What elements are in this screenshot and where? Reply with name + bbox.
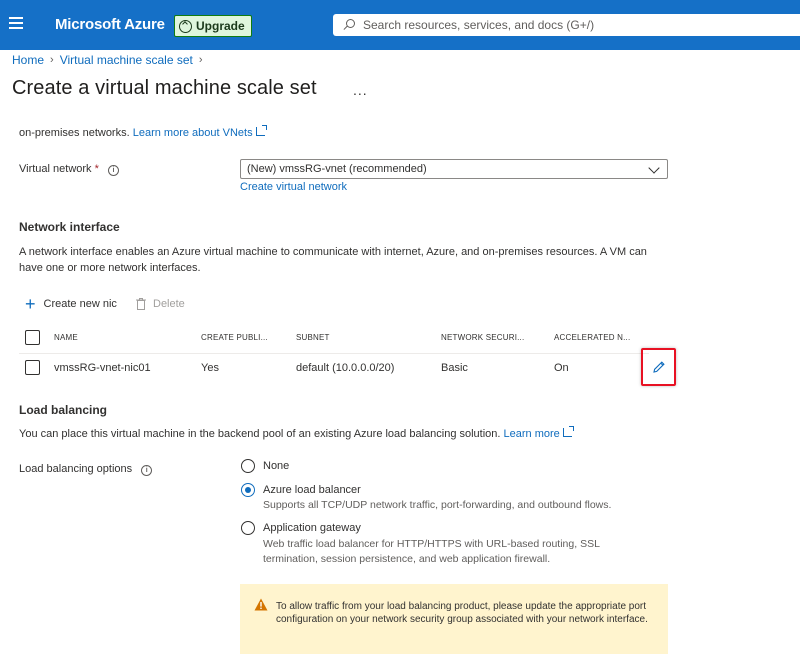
warning-icon bbox=[254, 598, 268, 611]
radio-none[interactable] bbox=[241, 459, 255, 473]
vnet-intro-text: on-premises networks. bbox=[19, 127, 130, 139]
chevron-right-icon: › bbox=[50, 54, 54, 66]
delete-button[interactable]: Delete bbox=[136, 298, 185, 310]
table-divider bbox=[19, 353, 649, 354]
pencil-icon bbox=[652, 360, 666, 374]
load-balancing-heading: Load balancing bbox=[19, 403, 107, 417]
info-icon[interactable]: i bbox=[108, 165, 119, 176]
option-app-gateway-label[interactable]: Application gateway bbox=[263, 522, 361, 534]
delete-label: Delete bbox=[153, 298, 185, 310]
create-new-nic-label: Create new nic bbox=[44, 298, 117, 310]
learn-more-link[interactable]: Learn more bbox=[504, 428, 572, 440]
column-header[interactable]: SUBNET bbox=[296, 333, 330, 342]
network-interface-heading: Network interface bbox=[19, 220, 120, 234]
breadcrumb-home[interactable]: Home bbox=[12, 53, 44, 67]
breadcrumb: Home › Virtual machine scale set › bbox=[12, 53, 203, 67]
upgrade-button[interactable]: Upgrade bbox=[174, 15, 252, 37]
external-link-icon bbox=[256, 127, 265, 136]
search-icon bbox=[343, 19, 355, 31]
edit-nic-button[interactable] bbox=[641, 348, 676, 386]
select-all-checkbox[interactable] bbox=[25, 330, 40, 345]
nic-nsg: Basic bbox=[441, 362, 468, 374]
column-header[interactable]: NAME bbox=[54, 333, 78, 342]
virtual-network-value: (New) vmssRG-vnet (recommended) bbox=[247, 163, 427, 175]
radio-application-gateway[interactable] bbox=[241, 521, 255, 535]
nic-public: Yes bbox=[201, 362, 219, 374]
top-bar: Microsoft Azure Upgrade Search resources… bbox=[0, 0, 800, 50]
column-header[interactable]: NETWORK SECURI... bbox=[441, 333, 524, 342]
menu-icon[interactable] bbox=[9, 17, 23, 31]
external-link-icon bbox=[563, 428, 572, 437]
warning-banner: To allow traffic from your load balancin… bbox=[240, 584, 668, 654]
virtual-network-label: Virtual network * i bbox=[19, 163, 119, 176]
option-azure-lb-label[interactable]: Azure load balancer bbox=[263, 484, 361, 496]
option-azure-lb-desc: Supports all TCP/UDP network traffic, po… bbox=[263, 498, 611, 513]
more-options-button[interactable]: ... bbox=[353, 82, 368, 98]
create-virtual-network-link[interactable]: Create virtual network bbox=[240, 181, 347, 193]
network-interface-description: A network interface enables an Azure vir… bbox=[19, 244, 659, 276]
create-new-nic-button[interactable]: + Create new nic bbox=[25, 298, 117, 310]
upgrade-icon bbox=[179, 20, 192, 33]
trash-icon bbox=[136, 298, 146, 310]
upgrade-label: Upgrade bbox=[196, 19, 245, 33]
search-placeholder: Search resources, services, and docs (G+… bbox=[363, 18, 594, 32]
load-balancing-description: You can place this virtual machine in th… bbox=[19, 428, 572, 440]
nic-accelerated: On bbox=[554, 362, 569, 374]
option-app-gateway-desc: Web traffic load balancer for HTTP/HTTPS… bbox=[263, 537, 643, 567]
plus-icon: + bbox=[25, 298, 36, 310]
virtual-network-select[interactable]: (New) vmssRG-vnet (recommended) bbox=[240, 159, 668, 179]
option-none-label[interactable]: None bbox=[263, 460, 289, 472]
learn-more-vnets-link[interactable]: Learn more about VNets bbox=[133, 127, 265, 139]
column-header[interactable]: CREATE PUBLI... bbox=[201, 333, 268, 342]
row-checkbox[interactable] bbox=[25, 360, 40, 375]
column-header[interactable]: ACCELERATED N... bbox=[554, 333, 630, 342]
nic-name: vmssRG-vnet-nic01 bbox=[54, 362, 151, 374]
brand-title[interactable]: Microsoft Azure bbox=[55, 16, 165, 33]
info-icon[interactable]: i bbox=[141, 465, 152, 476]
breadcrumb-vmss[interactable]: Virtual machine scale set bbox=[60, 53, 193, 67]
radio-azure-load-balancer[interactable] bbox=[241, 483, 255, 497]
page-title: Create a virtual machine scale set bbox=[12, 77, 317, 100]
chevron-down-icon bbox=[648, 162, 659, 173]
load-balancing-options-label: Load balancing options i bbox=[19, 463, 152, 476]
nic-subnet: default (10.0.0.0/20) bbox=[296, 362, 394, 374]
warning-text: To allow traffic from your load balancin… bbox=[276, 600, 656, 626]
search-input[interactable]: Search resources, services, and docs (G+… bbox=[333, 14, 800, 36]
vnet-intro: on-premises networks. Learn more about V… bbox=[19, 127, 265, 139]
chevron-right-icon: › bbox=[199, 54, 203, 66]
